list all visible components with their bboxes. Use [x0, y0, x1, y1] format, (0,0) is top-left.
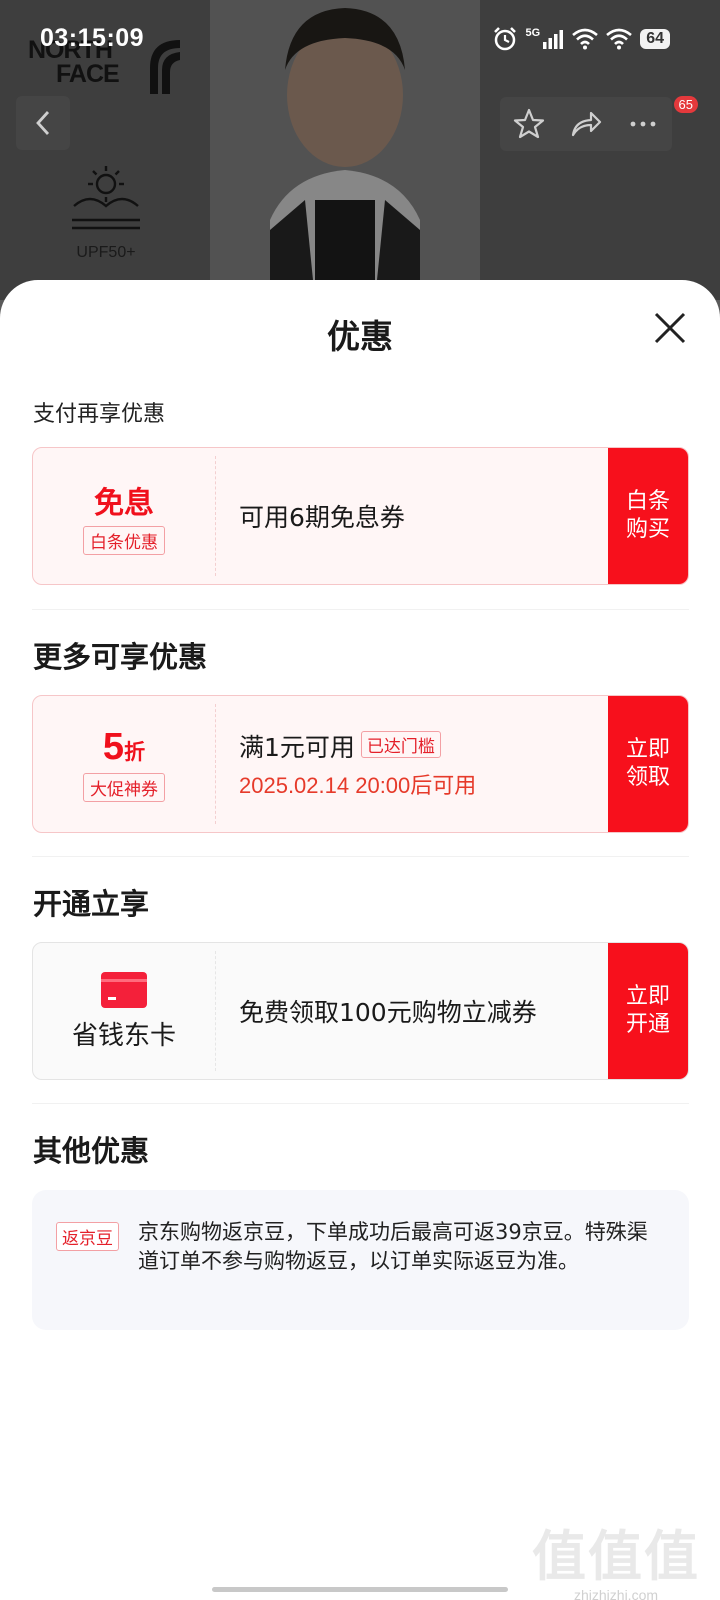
section-divider — [32, 856, 689, 857]
coupon-condition: 满1元可用 已达门槛 — [239, 728, 608, 764]
open-membership-button[interactable]: 立即 开通 — [608, 943, 688, 1079]
coupon-left: 省钱东卡 — [33, 943, 215, 1079]
coupon-card-interest-free: 免息 白条优惠 可用6期免息券 白条 购买 — [32, 447, 689, 585]
coupon-divider — [215, 704, 216, 824]
coupon-divider — [215, 951, 216, 1071]
network-type: 5G — [525, 27, 541, 39]
coupon-body: 满1元可用 已达门槛 2025.02.14 20:00后可用 — [239, 696, 608, 832]
signal-icon — [543, 30, 564, 49]
coupon-left: 5折 大促神券 — [33, 696, 215, 832]
back-button[interactable] — [16, 96, 70, 150]
close-icon[interactable] — [650, 308, 690, 348]
watermark: 值值值 zhizhizhi.com — [532, 1512, 700, 1600]
baitiao-buy-button[interactable]: 白条 购买 — [608, 448, 688, 584]
status-icons: 5G 64 — [492, 26, 670, 52]
brand-line2: FACE — [56, 60, 120, 88]
action-line2: 购买 — [625, 517, 670, 542]
upf-label: UPF50+ — [76, 244, 136, 261]
home-indicator[interactable] — [212, 1587, 508, 1592]
action-line1: 白条 — [625, 489, 670, 514]
membership-name: 省钱东卡 — [71, 1020, 176, 1051]
coupon-body: 可用6期免息券 — [239, 448, 608, 584]
wifi-icon — [606, 28, 633, 50]
section-more-title: 更多可享优惠 — [33, 640, 208, 674]
section-other-title: 其他优惠 — [33, 1134, 150, 1168]
rebate-tag: 返京豆 — [56, 1222, 119, 1251]
discount-number: 5 — [102, 726, 125, 768]
coupon-main-label: 免息 — [94, 485, 154, 521]
action-line2: 领取 — [625, 765, 670, 790]
coupon-text: 满1元可用 — [239, 733, 355, 762]
status-bar: 03:15:09 5G 64 — [0, 22, 720, 58]
chevron-left-icon — [36, 111, 50, 135]
watermark-main: 值值值 — [532, 1525, 700, 1588]
coupon-card-discount: 5折 大促神券 满1元可用 已达门槛 2025.02.14 20:00后可用 立即… — [32, 695, 689, 833]
coupon-valid-time: 2025.02.14 20:00后可用 — [239, 773, 477, 798]
membership-card: 省钱东卡 免费领取100元购物立减券 立即 开通 — [32, 942, 689, 1080]
rebate-text: 京东购物返京豆，下单成功后最高可返39京豆。特殊渠道订单不参与购物返豆，以订单实… — [138, 1220, 648, 1273]
coupon-divider — [215, 456, 216, 576]
action-line1: 立即 — [625, 737, 670, 762]
coupon-tag: 大促神券 — [83, 773, 165, 802]
coupon-body: 免费领取100元购物立减券 — [239, 943, 608, 1079]
sun-protection-icon — [72, 166, 140, 230]
discount-value: 5折 — [103, 726, 145, 769]
more-icon[interactable] — [626, 107, 660, 141]
section-divider — [32, 1103, 689, 1104]
action-line2: 开通 — [625, 1012, 670, 1037]
coupon-left: 免息 白条优惠 — [33, 448, 215, 584]
threshold-tag: 已达门槛 — [360, 731, 441, 758]
section-divider — [32, 609, 689, 610]
action-line1: 立即 — [625, 984, 670, 1009]
membership-text: 免费领取100元购物立减券 — [239, 998, 537, 1027]
claim-coupon-button[interactable]: 立即 领取 — [608, 696, 688, 832]
share-icon[interactable] — [569, 107, 603, 141]
status-time: 03:15:09 — [40, 24, 145, 52]
card-icon — [101, 971, 147, 1008]
upf-badge: UPF50+ — [66, 162, 146, 262]
sheet-title: 优惠 — [327, 317, 393, 356]
coupon-tag: 白条优惠 — [83, 525, 165, 555]
battery-indicator: 64 — [640, 29, 670, 49]
section-open-title: 开通立享 — [33, 887, 150, 921]
message-count-badge: 65 — [673, 96, 698, 113]
section-payment-title: 支付再享优惠 — [33, 402, 166, 427]
alarm-icon — [493, 27, 516, 51]
jingdou-rebate-info: 返京豆 京东购物返京豆，下单成功后最高可返39京豆。特殊渠道订单不参与购物返豆，… — [32, 1190, 689, 1330]
discount-unit: 折 — [124, 740, 146, 764]
promotions-sheet: 优惠 支付再享优惠 免息 白条优惠 可用6期免息券 白条 购买 更多可享优惠 5… — [0, 280, 720, 1600]
top-actions — [500, 97, 672, 151]
favorite-star-icon[interactable] — [512, 107, 546, 141]
coupon-text: 可用6期免息券 — [239, 503, 405, 532]
wifi-icon — [572, 28, 599, 50]
